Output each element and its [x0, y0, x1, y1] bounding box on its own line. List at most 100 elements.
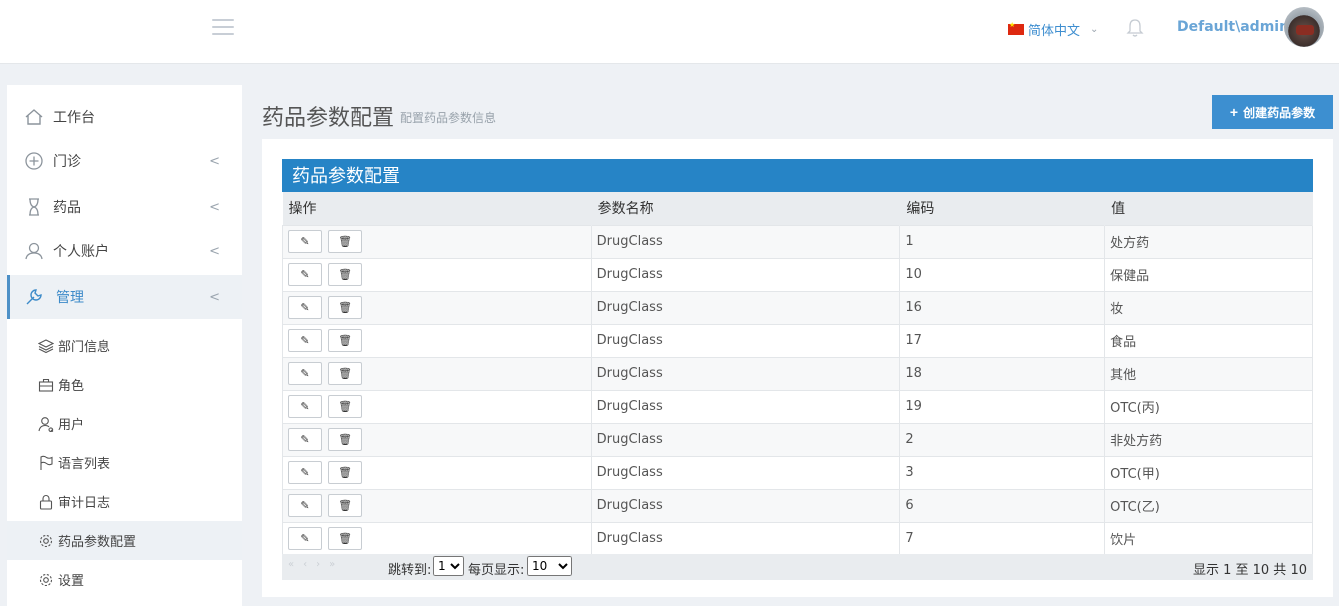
- actions-cell: ✎ 🗑: [282, 455, 592, 490]
- briefcase-icon: [38, 377, 54, 393]
- column-header-code[interactable]: 编码: [899, 192, 1106, 225]
- sidebar-subitem-label: 语言列表: [58, 457, 111, 472]
- delete-button[interactable]: 🗑: [328, 395, 363, 418]
- sidebar-item-label: 个人账户: [53, 244, 109, 260]
- sidebar-item-admin[interactable]: 管理 <: [7, 275, 242, 319]
- edit-button[interactable]: ✎: [288, 230, 322, 253]
- sidebar-subitem-audit-logs[interactable]: 审计日志: [7, 482, 242, 521]
- sidebar-subitem-users[interactable]: 用户: [7, 404, 242, 443]
- value-cell: 保健品: [1104, 257, 1313, 292]
- delete-button[interactable]: 🗑: [328, 461, 363, 484]
- actions-cell: ✎ 🗑: [282, 389, 592, 424]
- table-row: ✎ 🗑 DrugClass 17 食品: [282, 323, 1313, 358]
- edit-button[interactable]: ✎: [288, 428, 322, 451]
- logo[interactable]: [0, 0, 200, 64]
- create-drug-param-button[interactable]: + 创建药品参数: [1212, 95, 1333, 129]
- edit-icon: ✎: [300, 433, 310, 446]
- actions-cell: ✎ 🗑: [282, 356, 592, 391]
- edit-button[interactable]: ✎: [288, 494, 322, 517]
- table-row: ✎ 🗑 DrugClass 7 饮片: [282, 521, 1313, 556]
- code-cell: 7: [899, 521, 1106, 556]
- sidebar-subitem-languages[interactable]: 语言列表: [7, 443, 242, 482]
- sidebar-item-account[interactable]: 个人账户 <: [7, 229, 242, 273]
- table-row: ✎ 🗑 DrugClass 1 处方药: [282, 224, 1313, 259]
- user-name[interactable]: Default\admin: [1177, 19, 1289, 35]
- delete-button[interactable]: 🗑: [328, 428, 363, 451]
- table-row: ✎ 🗑 DrugClass 2 非处方药: [282, 422, 1313, 457]
- delete-button[interactable]: 🗑: [328, 296, 363, 319]
- sidebar-item-drugs[interactable]: 药品 <: [7, 185, 242, 229]
- actions-cell: ✎ 🗑: [282, 521, 592, 556]
- hourglass-icon: [24, 197, 44, 217]
- edit-button[interactable]: ✎: [288, 296, 322, 319]
- actions-cell: ✎ 🗑: [282, 224, 592, 259]
- value-cell: 食品: [1104, 323, 1313, 358]
- user-search-icon: [38, 416, 54, 432]
- create-button-label: 创建药品参数: [1243, 105, 1316, 120]
- trash-icon: 🗑: [338, 499, 353, 512]
- column-header-param-name[interactable]: 参数名称: [591, 192, 901, 225]
- param-name-cell: DrugClass: [590, 257, 901, 292]
- edit-button[interactable]: ✎: [288, 527, 322, 550]
- trash-icon: 🗑: [338, 301, 353, 314]
- table-header-row: 操作 参数名称 编码 值: [282, 192, 1313, 225]
- param-name-cell: DrugClass: [590, 389, 901, 424]
- edit-icon: ✎: [300, 400, 310, 413]
- avatar[interactable]: [1284, 7, 1324, 47]
- sidebar-item-outpatient[interactable]: 门诊 <: [7, 139, 242, 183]
- edit-icon: ✎: [300, 235, 310, 248]
- actions-cell: ✎ 🗑: [282, 488, 592, 523]
- delete-button[interactable]: 🗑: [328, 527, 363, 550]
- edit-icon: ✎: [300, 499, 310, 512]
- edit-button[interactable]: ✎: [288, 362, 322, 385]
- actions-cell: ✎ 🗑: [282, 323, 592, 358]
- code-cell: 10: [899, 257, 1106, 292]
- edit-button[interactable]: ✎: [288, 263, 322, 286]
- chevron-left-icon: <: [209, 289, 220, 305]
- edit-button[interactable]: ✎: [288, 329, 322, 352]
- column-header-value[interactable]: 值: [1104, 192, 1313, 225]
- code-cell: 2: [899, 422, 1106, 457]
- sidebar-subitem-drug-params[interactable]: 药品参数配置: [7, 521, 242, 560]
- flag-icon: [38, 455, 54, 471]
- menu-toggle-icon[interactable]: [212, 19, 234, 37]
- table-caption: 药品参数配置: [282, 159, 1313, 192]
- delete-button[interactable]: 🗑: [328, 494, 363, 517]
- sidebar-subitem-label: 用户: [58, 418, 85, 433]
- pager-nav-arrows[interactable]: «‹›»: [288, 559, 344, 570]
- delete-button[interactable]: 🗑: [328, 362, 363, 385]
- sidebar-item-label: 门诊: [53, 154, 81, 170]
- sidebar-item-label: 工作台: [53, 110, 95, 126]
- sidebar-subitem-settings[interactable]: 设置: [7, 560, 242, 599]
- edit-icon: ✎: [300, 367, 310, 380]
- value-cell: OTC(丙): [1104, 389, 1313, 424]
- edit-icon: ✎: [300, 334, 310, 347]
- param-name-cell: DrugClass: [590, 488, 901, 523]
- actions-cell: ✎ 🗑: [282, 290, 592, 325]
- pager: «‹›» 跳转到: 1 每页显示: 10 显示 1 至 10 共 10: [282, 554, 1313, 580]
- param-name-cell: DrugClass: [590, 455, 901, 490]
- jump-page-select[interactable]: 1: [433, 556, 464, 576]
- sidebar-subitem-label: 设置: [58, 574, 85, 589]
- top-navbar: 简体中文 ⌄ Default\admin: [0, 0, 1339, 64]
- sidebar-item-dashboard[interactable]: 工作台: [7, 95, 242, 139]
- page-title: 药品参数配置: [262, 106, 395, 131]
- jump-label: 跳转到:: [388, 563, 432, 578]
- per-page-select[interactable]: 10: [527, 556, 572, 576]
- delete-button[interactable]: 🗑: [328, 263, 363, 286]
- delete-button[interactable]: 🗑: [328, 230, 363, 253]
- sidebar-subitem-departments[interactable]: 部门信息: [7, 326, 242, 365]
- bell-icon[interactable]: [1126, 18, 1144, 38]
- language-switcher[interactable]: 简体中文 ⌄: [1008, 19, 1098, 39]
- sidebar-subitem-label: 角色: [58, 379, 85, 394]
- value-cell: OTC(甲): [1104, 455, 1313, 490]
- edit-button[interactable]: ✎: [288, 461, 322, 484]
- delete-button[interactable]: 🗑: [328, 329, 363, 352]
- edit-button[interactable]: ✎: [288, 395, 322, 418]
- param-name-cell: DrugClass: [590, 290, 901, 325]
- chevron-left-icon: <: [209, 153, 220, 169]
- sidebar-subitem-roles[interactable]: 角色: [7, 365, 242, 404]
- edit-icon: ✎: [300, 532, 310, 545]
- user-icon: [24, 241, 44, 261]
- content-card: 药品参数配置 操作 参数名称 编码 值 ✎ 🗑 DrugClass 1 处方药 ✎ 🗑 D…: [262, 139, 1333, 597]
